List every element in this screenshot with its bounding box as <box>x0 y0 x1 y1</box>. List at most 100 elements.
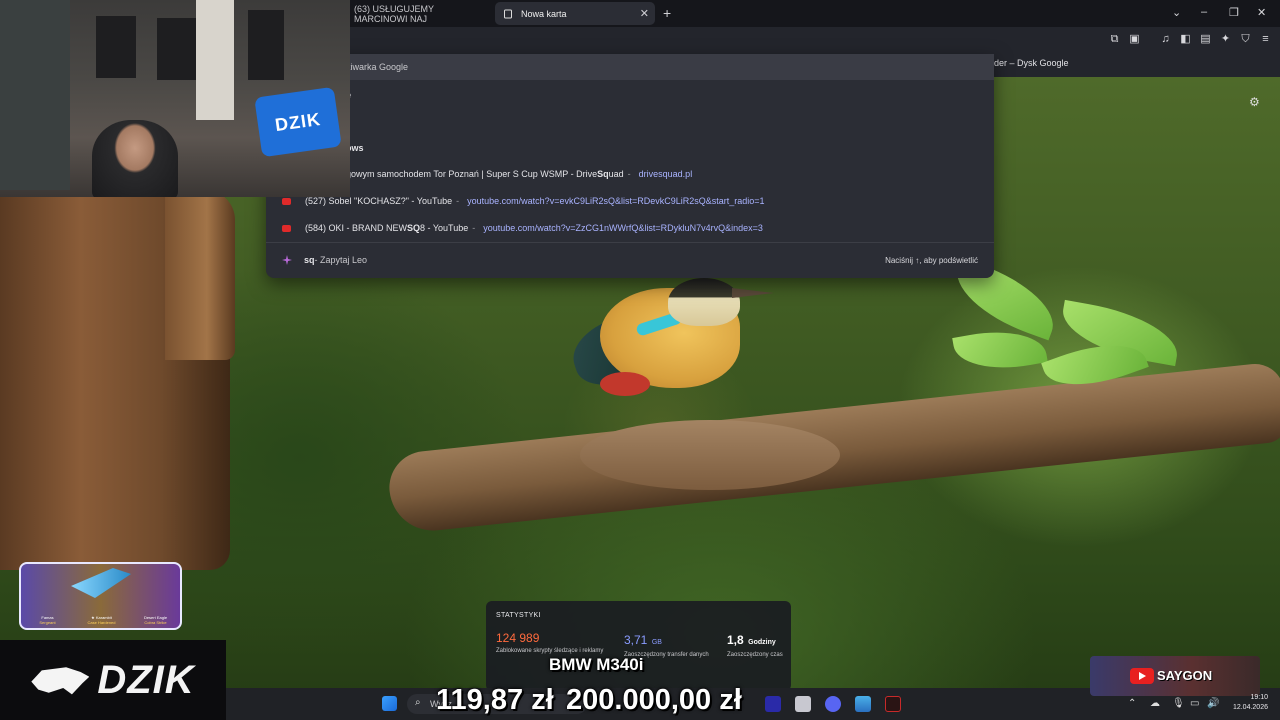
channel-name: SAYGON <box>1157 668 1213 683</box>
car-label: BMW M340i <box>549 655 644 674</box>
extensions-icon[interactable]: ⧉ <box>1108 33 1121 46</box>
discord-icon[interactable] <box>825 696 841 712</box>
bookmark-drive[interactable]: ider – Dysk Google <box>992 58 1069 68</box>
sidebar-icon[interactable]: ◧ <box>1179 33 1192 46</box>
wallet-icon[interactable]: ▤ <box>1199 33 1212 46</box>
stat-unit: Godziny <box>748 639 776 646</box>
webcam-overlay: DZIK <box>0 0 350 197</box>
windows-start-icon[interactable] <box>382 696 397 711</box>
photos-icon[interactable] <box>855 696 871 712</box>
youtube-icon <box>282 224 291 232</box>
stat-value: 3,71 <box>624 633 648 647</box>
skin-showcase: Famas Sergeant ★ Karambit Case Hardened … <box>19 562 182 630</box>
skin-slot: Famas Sergeant <box>21 564 74 628</box>
search-engine-label: kiwarka Google <box>346 62 409 72</box>
bird-head <box>668 278 740 326</box>
youtube-icon <box>1130 668 1154 684</box>
suggestion-row[interactable]: (527) Sobel "KOCHASZ?" - YouTube - youtu… <box>266 193 994 209</box>
shelf <box>196 0 234 120</box>
network-icon[interactable]: ▭ <box>1190 698 1199 709</box>
chevron-up-icon[interactable]: ⌃ <box>1128 698 1136 709</box>
stat-unit: GB <box>651 639 662 646</box>
stats-widget: STATYSTYKI 124 989 Zablokowane skrypty ś… <box>486 601 791 691</box>
ask-leo-row[interactable]: sq - Zapytaj Leo Naciśnij ↑, aby podświe… <box>266 252 994 268</box>
volume-icon[interactable]: 🔊 <box>1207 698 1219 709</box>
keyboard-hint: Naciśnij ↑, aby podświetlić <box>885 255 978 265</box>
shelf <box>0 0 70 190</box>
skin-finish: Case Hardened <box>87 620 116 625</box>
skin-slot: ★ Karambit Case Hardened <box>75 564 128 628</box>
dzik-badge: DZIK <box>254 86 342 158</box>
tab-new-tab[interactable]: Nowa karta ✕ <box>495 2 655 25</box>
suggestion-url: youtube.com/watch?v=evkC9LiR2sQ&list=RDe… <box>467 196 765 206</box>
after-effects-icon[interactable] <box>765 696 781 712</box>
price-small: 119,87 zł <box>436 684 554 716</box>
tab-title: Nowa karta <box>521 8 567 19</box>
boar-icon <box>31 667 90 695</box>
shield-icon[interactable]: ⛉ <box>1239 33 1252 46</box>
leo-icon[interactable]: ✦ <box>1219 33 1232 46</box>
cloud-icon[interactable]: ☁ <box>1150 698 1160 709</box>
streamer <box>92 120 178 197</box>
close-window-icon[interactable]: ✕ <box>1257 6 1266 19</box>
clock-date: 12.04.2026 <box>1232 704 1268 711</box>
leo-label: - Zapytaj Leo <box>314 255 368 265</box>
gear-icon[interactable]: ⚙ <box>1249 95 1260 109</box>
suggestion-row[interactable]: (584) OKI - BRAND NEW SQ 8 - YouTube - yo… <box>266 220 994 236</box>
wallpaper-branch-knot <box>580 420 840 490</box>
acoustic-panel <box>157 18 197 80</box>
microphone-icon[interactable]: 🎙 <box>1172 698 1185 709</box>
separator: - <box>472 223 476 233</box>
page-icon <box>504 9 512 18</box>
stats-title: STATYSTYKI <box>496 612 541 619</box>
dzik-logo: DZIK <box>0 640 226 720</box>
clock-time: 19:10 <box>1250 694 1268 701</box>
suggestion-url: youtube.com/watch?v=ZzCG1nWWrfQ&list=RDy… <box>483 223 763 233</box>
section-header: ows <box>266 141 994 155</box>
separator: - <box>627 169 631 179</box>
suggestion-row[interactable]: gowym samochodem Tor Poznań | Super S Cu… <box>266 166 994 182</box>
tab-youtube[interactable]: (63) USŁUGUJEMY MARCINOWI NAJ <box>346 2 494 25</box>
stat-value: 1,8 <box>727 633 744 647</box>
skin-finish: Cobra Strike <box>144 620 167 625</box>
wallpaper-tree-trunk-upper <box>165 190 235 360</box>
acoustic-panel <box>248 10 284 80</box>
suggestion-url: drivesquad.pl <box>638 169 693 179</box>
music-icon[interactable]: ♫ <box>1159 33 1172 46</box>
close-icon[interactable]: ✕ <box>640 7 649 20</box>
skin-finish: Sergeant <box>39 620 56 625</box>
omnibox-dropdown: kiwarka Google e ows gowym samochodem To… <box>266 54 994 278</box>
acoustic-panel <box>96 16 136 78</box>
suggestion-title-rest: 8 - YouTube <box>420 223 469 233</box>
stat-label: Zaoszczędzony czas <box>727 652 783 658</box>
divider <box>266 242 994 243</box>
suggestion-title: gowym samochodem Tor Poznań | Super S Cu… <box>346 169 598 179</box>
minimize-icon[interactable]: – <box>1201 6 1207 18</box>
chevron-down-icon[interactable]: ⌄ <box>1172 6 1181 19</box>
stat-trackers: 124 989 Zablokowane skrypty śledzące i r… <box>496 631 606 656</box>
calculator-icon[interactable] <box>795 696 811 712</box>
separator: - <box>456 196 460 206</box>
taskbar-clock[interactable]: 19:10 12.04.2026 <box>1224 693 1268 713</box>
suggestion-title-rest: uad <box>608 169 624 179</box>
tab-title: (63) USŁUGUJEMY MARCINOWI NAJ <box>354 3 434 24</box>
price-big: 200.000,00 zł <box>566 684 742 716</box>
suggestion-title: (584) OKI - BRAND NEW <box>305 223 408 233</box>
skin-slot: Desert Eagle Cobra Strike <box>129 564 180 628</box>
search-suggestion[interactable]: kiwarka Google <box>266 54 994 80</box>
leo-query: sq <box>304 255 315 265</box>
suggestion-partial[interactable]: e <box>266 88 994 102</box>
youtube-icon <box>282 197 291 205</box>
bird-belly <box>600 372 650 396</box>
stat-value: 124 989 <box>496 631 540 645</box>
menu-icon[interactable]: ≡ <box>1259 33 1272 46</box>
restore-icon[interactable]: ❐ <box>1229 6 1239 19</box>
suggestion-match: SQ <box>407 223 421 233</box>
search-icon: ⌕ <box>415 697 421 708</box>
brave-icon[interactable] <box>885 696 901 712</box>
screenshot-icon[interactable]: ▣ <box>1128 33 1141 46</box>
plus-icon[interactable]: + <box>663 5 671 21</box>
leo-icon <box>282 255 292 265</box>
suggestion-title: (527) Sobel "KOCHASZ?" - YouTube <box>305 196 453 206</box>
stat-time: 1,8 Godziny Zaoszczędzony czas <box>727 631 787 660</box>
